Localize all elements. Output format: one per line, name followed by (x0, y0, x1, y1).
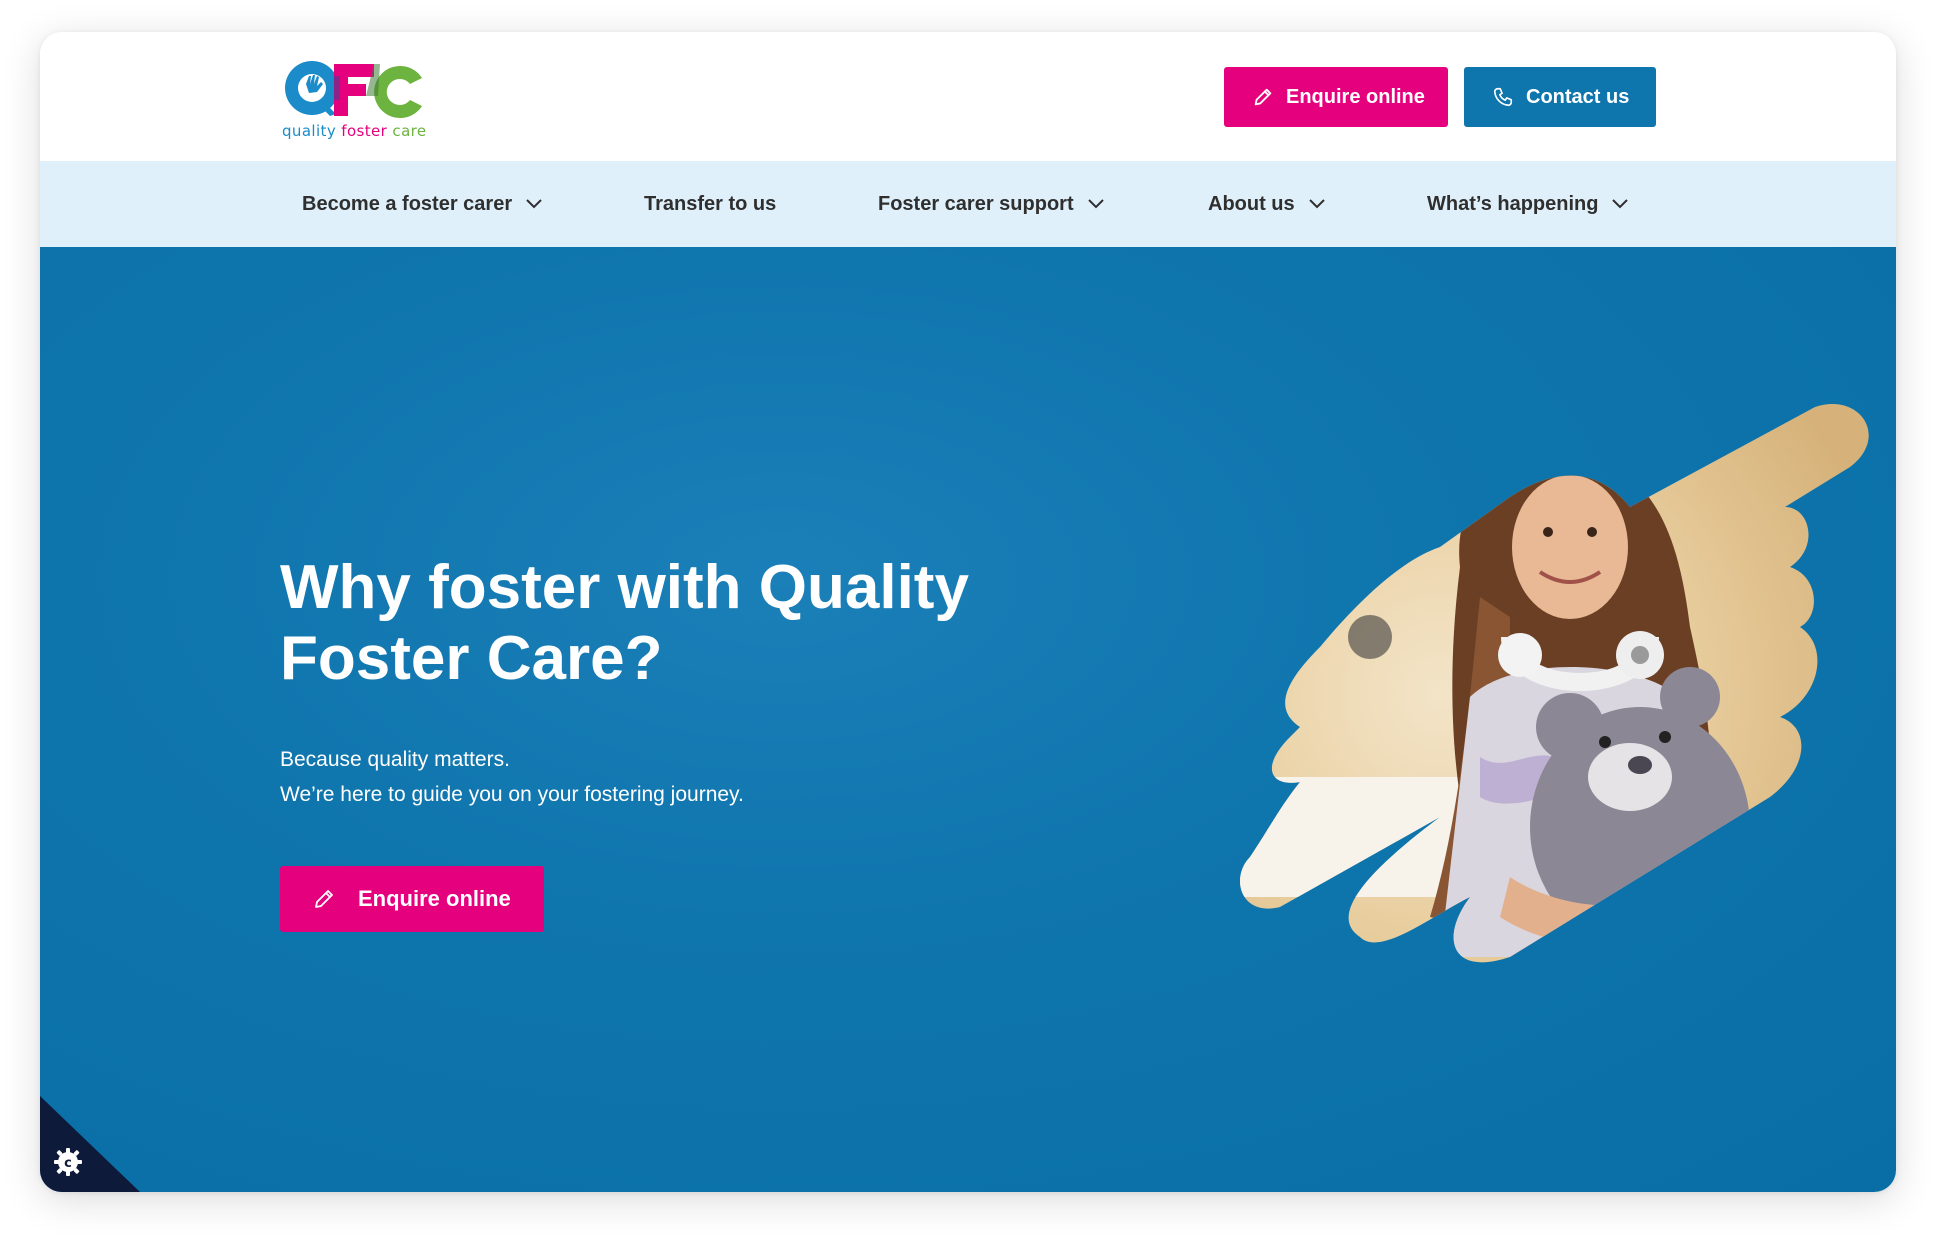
enquire-online-label: Enquire online (1286, 85, 1425, 108)
phone-icon (1493, 87, 1513, 107)
site-header: quality foster care Enquire online Conta… (40, 32, 1896, 161)
hero-subtitle: Because quality matters. We’re here to g… (280, 742, 744, 812)
qfc-logo-mark (285, 61, 422, 119)
logo-word-foster: foster (341, 122, 388, 140)
nav-item-label: About us (1208, 192, 1295, 215)
contact-us-label: Contact us (1526, 85, 1630, 108)
hero-subtitle-line-1: Because quality matters. (280, 748, 510, 771)
chevron-down-icon (1087, 199, 1104, 209)
site-logo[interactable]: quality foster care (280, 52, 430, 146)
logo-word-care: care (392, 122, 427, 140)
browser-frame: quality foster care Enquire online Conta… (40, 32, 1896, 1192)
nav-item-whats-happening[interactable]: What’s happening (1427, 161, 1629, 247)
pencil-icon (1254, 88, 1272, 106)
chevron-down-icon (1308, 199, 1325, 209)
nav-item-transfer-to-us[interactable]: Transfer to us (644, 161, 776, 247)
hero-title: Why foster with Quality Foster Care? (280, 553, 969, 693)
hero-subtitle-line-2: We’re here to guide you on your fosterin… (280, 783, 744, 806)
chevron-down-icon (1612, 199, 1629, 209)
nav-item-label: What’s happening (1427, 192, 1599, 215)
nav-item-about-us[interactable]: About us (1208, 161, 1325, 247)
hero-enquire-online-label: Enquire online (358, 886, 511, 911)
contact-us-button[interactable]: Contact us (1464, 67, 1656, 127)
enquire-online-button[interactable]: Enquire online (1224, 67, 1448, 127)
nav-item-label: Foster carer support (878, 192, 1074, 215)
chevron-down-icon (526, 199, 542, 209)
logo-wordmark: quality foster care (282, 122, 427, 140)
hero-photo (1240, 404, 1869, 963)
nav-item-label: Transfer to us (644, 192, 777, 215)
main-nav: Become a foster carer Transfer to us Fos… (40, 161, 1896, 247)
nav-item-foster-carer-support[interactable]: Foster carer support (878, 161, 1104, 247)
svg-text:c: c (64, 1156, 72, 1171)
hero-enquire-online-button[interactable]: Enquire online (280, 866, 544, 932)
pencil-icon (315, 890, 333, 908)
nav-item-label: Become a foster carer (302, 192, 513, 215)
gear-icon: c (54, 1148, 82, 1176)
cookie-settings-button[interactable]: c (40, 1096, 140, 1192)
hero-section: Why foster with Quality Foster Care? Bec… (40, 247, 1896, 1192)
nav-item-become-a-foster-carer[interactable]: Become a foster carer (302, 161, 542, 247)
logo-word-quality: quality (282, 122, 337, 140)
